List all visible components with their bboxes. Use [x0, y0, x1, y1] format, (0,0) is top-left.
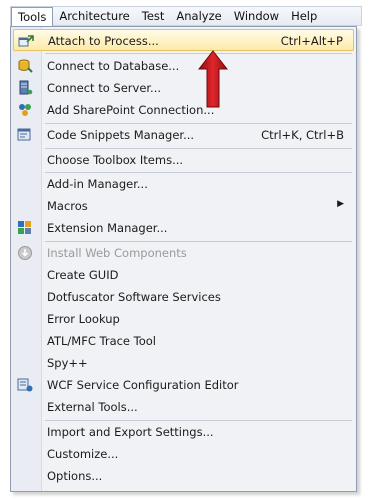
menu-item-label: Dotfuscator Software Services: [47, 290, 221, 304]
menu-item-label: Error Lookup: [47, 312, 120, 326]
menu-item-connect-to-database[interactable]: Connect to Database...: [13, 55, 354, 77]
menu-test[interactable]: Test: [136, 7, 171, 25]
menu-item-label: ATL/MFC Trace Tool: [47, 334, 157, 348]
menu-item-external-tools[interactable]: External Tools...: [13, 396, 354, 418]
menu-item-label: Import and Export Settings...: [47, 425, 214, 439]
wcf-config-icon: [17, 377, 33, 393]
submenu-arrow-icon: ▶: [337, 199, 344, 209]
menu-item-label: Spy++: [47, 356, 88, 370]
menu-item-label: Attach to Process...: [48, 34, 159, 48]
menu-tools[interactable]: Tools: [11, 7, 54, 26]
menu-item-create-guid[interactable]: Create GUID: [13, 264, 354, 286]
menu-window[interactable]: Window: [228, 7, 285, 25]
menu-analyze[interactable]: Analyze: [170, 7, 227, 25]
menu-item-install-web-components[interactable]: Install Web Components: [13, 242, 354, 264]
menu-item-shortcut: Ctrl+K, Ctrl+B: [261, 128, 344, 142]
database-icon: [17, 58, 33, 74]
menu-item-customize[interactable]: Customize...: [13, 443, 354, 465]
menu-item-label: Extension Manager...: [47, 221, 168, 235]
menu-item-dotfuscator[interactable]: Dotfuscator Software Services: [13, 286, 354, 308]
menu-item-error-lookup[interactable]: Error Lookup: [13, 308, 354, 330]
extension-icon: [17, 220, 33, 236]
menu-item-label: WCF Service Configuration Editor: [47, 378, 239, 392]
menu-architecture[interactable]: Architecture: [53, 7, 135, 25]
install-icon: [17, 245, 33, 261]
menu-item-shortcut: Ctrl+Alt+P: [280, 34, 343, 48]
snippets-icon: [17, 127, 33, 143]
menu-item-choose-toolbox-items[interactable]: Choose Toolbox Items...: [13, 149, 354, 171]
menu-item-attach-to-process[interactable]: Attach to Process... Ctrl+Alt+P: [13, 29, 354, 51]
menu-item-options[interactable]: Options...: [13, 465, 354, 487]
attach-process-icon: [18, 33, 34, 49]
menu-item-import-export-settings[interactable]: Import and Export Settings...: [13, 421, 354, 443]
menu-bar: Tools Architecture Test Analyze Window H…: [10, 6, 362, 26]
menu-item-label: Choose Toolbox Items...: [47, 153, 184, 167]
menu-item-code-snippets-manager[interactable]: Code Snippets Manager... Ctrl+K, Ctrl+B: [13, 124, 354, 146]
menu-item-label: Install Web Components: [47, 246, 187, 260]
menu-item-label: Customize...: [47, 447, 119, 461]
menu-item-macros[interactable]: Macros ▶: [13, 195, 354, 217]
menu-item-wcf-service-configuration-editor[interactable]: WCF Service Configuration Editor: [13, 374, 354, 396]
menu-item-add-in-manager[interactable]: Add-in Manager...: [13, 173, 354, 195]
menu-item-connect-to-server[interactable]: Connect to Server...: [13, 77, 354, 99]
menu-item-label: Macros: [47, 199, 88, 213]
menu-item-label: Code Snippets Manager...: [47, 128, 195, 142]
menu-item-atl-mfc-trace-tool[interactable]: ATL/MFC Trace Tool: [13, 330, 354, 352]
menu-item-label: Connect to Database...: [47, 59, 180, 73]
menu-item-label: Add SharePoint Connection...: [47, 103, 215, 117]
menu-item-label: External Tools...: [47, 400, 138, 414]
menu-item-spy-plus-plus[interactable]: Spy++: [13, 352, 354, 374]
menu-item-extension-manager[interactable]: Extension Manager...: [13, 217, 354, 239]
server-icon: [17, 80, 33, 96]
menu-item-label: Add-in Manager...: [47, 177, 148, 191]
menu-item-label: Create GUID: [47, 268, 119, 282]
sharepoint-icon: [17, 102, 33, 118]
tools-dropdown-menu: Attach to Process... Ctrl+Alt+P Connect …: [10, 26, 357, 492]
menu-help[interactable]: Help: [285, 7, 323, 25]
annotation-arrow-icon: [198, 50, 228, 108]
menu-item-label: Options...: [47, 469, 103, 483]
menu-item-add-sharepoint-connection[interactable]: Add SharePoint Connection...: [13, 99, 354, 121]
menu-item-label: Connect to Server...: [47, 81, 162, 95]
